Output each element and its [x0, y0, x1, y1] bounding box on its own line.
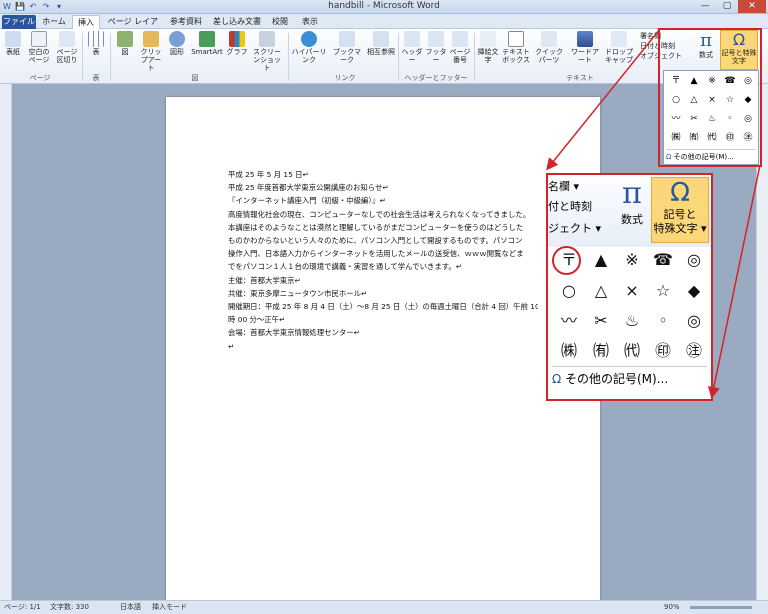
blank-page-icon [31, 31, 47, 47]
wordart-button[interactable]: ワードアート [568, 31, 602, 64]
bookmark-icon [339, 31, 355, 47]
close-button[interactable]: ✕ [738, 0, 766, 13]
doc-line: でをパソコン１人１台の環境で講義・実習を通して学んでいきます。↵ [228, 262, 462, 272]
page-break-button[interactable]: ページ区切り [54, 31, 80, 64]
table-button[interactable]: 表 [86, 31, 106, 56]
quick-parts-button[interactable]: クイック パーツ [532, 31, 566, 64]
screenshot-icon [259, 31, 275, 47]
globe-icon [301, 31, 317, 47]
doc-line: ものかわからないという人々のために、パソコン入門として開設するものです。パソコン [228, 236, 523, 246]
screenshot-button[interactable]: スクリーンショット [250, 31, 284, 72]
blank-page-button[interactable]: 空白のページ [26, 31, 52, 64]
dropcap-icon [611, 31, 627, 47]
tab-view[interactable]: 表示 [298, 15, 322, 29]
quick-parts-icon [541, 31, 557, 47]
zoom-slider[interactable] [690, 606, 752, 609]
tab-page-layout[interactable]: ページ レイアウト [104, 15, 162, 40]
smartart-button[interactable]: SmartArt [190, 31, 224, 56]
chart-icon [229, 31, 245, 47]
window-title: handbill - Microsoft Word [328, 1, 440, 11]
doc-line: 開催期日：平成 25 年 8 月 4 日（土）～8 月 25 日（土）の毎週土曜… [228, 302, 538, 312]
separator [110, 33, 111, 81]
header-icon [404, 31, 420, 47]
footer-icon [428, 31, 444, 47]
wordart-icon [577, 31, 593, 47]
tab-mailings[interactable]: 差し込み文書 [212, 15, 262, 29]
vertical-ruler [0, 84, 12, 600]
bookmark-button[interactable]: ブックマーク [330, 31, 364, 64]
highlight-box-zoom [546, 173, 713, 401]
ribbon: 表紙 空白のページ ページ区切り 表 図 クリップアート 図形 SmartArt… [0, 29, 768, 84]
word-count[interactable]: 文字数: 330 [50, 601, 89, 614]
status-bar: ページ: 1/1 文字数: 330 日本語 挿入モード 90% [0, 600, 768, 614]
doc-line: 本講座はそのようなことは漠然と理解しているがまだコンピューターを使うのはどうした [228, 222, 524, 232]
insert-text-icon [480, 31, 496, 47]
tab-review[interactable]: 校閲 [268, 15, 292, 29]
smartart-icon [199, 31, 215, 47]
maximize-button[interactable]: ▢ [716, 0, 738, 13]
doc-line: 主催：首都大学東京↵ [228, 275, 301, 285]
shapes-button[interactable]: 図形 [166, 31, 188, 56]
separator [82, 33, 83, 81]
clipart-icon [143, 31, 159, 47]
group-label-pages: ページ [29, 74, 51, 82]
page-break-icon [59, 31, 75, 47]
doc-line: 会場：首都大学東京情報処理センター↵ [228, 328, 360, 338]
chart-button[interactable]: グラフ [226, 31, 248, 56]
ribbon-tabs: ファイル ホーム 挿入 ページ レイアウト 参考資料 差し込み文書 校閲 表示 [0, 14, 768, 40]
language-indicator[interactable]: 日本語 [120, 601, 141, 614]
tab-references[interactable]: 参考資料 [166, 15, 206, 29]
doc-line: 時 00 分～正午↵ [228, 315, 286, 325]
tab-home[interactable]: ホーム [40, 15, 68, 29]
doc-line: ↵ [228, 341, 235, 351]
dropcap-button[interactable]: ドロップキャップ [604, 31, 634, 64]
group-label-table: 表 [92, 74, 100, 82]
doc-line: 平成 25 年 5 月 15 日↵ [228, 170, 309, 179]
header-button[interactable]: ヘッダー [400, 31, 424, 64]
tab-file[interactable]: ファイル [2, 15, 36, 29]
group-label-illustrations: 図 [191, 74, 199, 82]
title-bar: W 💾 ↶ ↷ ▾ handbill - Microsoft Word — ▢ … [0, 0, 768, 14]
page-number-button[interactable]: ページ番号 [448, 31, 472, 64]
doc-line: 操作入門、日本語入力からインターネットを活用したメールの送受信、ｗｗｗ閲覧などま [228, 249, 524, 259]
cover-page-button[interactable]: 表紙 [2, 31, 24, 56]
cover-page-icon [5, 31, 21, 47]
shapes-icon [169, 31, 185, 47]
group-label-text: テキスト [566, 74, 594, 82]
zoom-level[interactable]: 90% [664, 601, 680, 614]
minimize-button[interactable]: — [694, 0, 716, 13]
group-label-header-footer: ヘッダーとフッター [404, 74, 468, 82]
cross-reference-button[interactable]: 相互参照 [366, 31, 396, 56]
clipart-button[interactable]: クリップアート [138, 31, 164, 72]
separator [398, 33, 399, 81]
picture-icon [117, 31, 133, 47]
footer-button[interactable]: フッター [424, 31, 448, 64]
insert-text-button[interactable]: 挿絵文字 [476, 31, 500, 64]
doc-line: 『インターネット講座入門（初級・中級編）』↵ [228, 196, 386, 206]
group-label-links: リンク [334, 74, 356, 82]
table-icon [88, 31, 104, 47]
hyperlink-button[interactable]: ハイパーリンク [290, 31, 328, 64]
window-controls: — ▢ ✕ [694, 0, 766, 13]
separator [288, 33, 289, 81]
doc-line: 平成 25 年度首都大学東京公開講座のお知らせ↵ [228, 183, 389, 193]
textbox-icon [508, 31, 524, 47]
textbox-button[interactable]: テキストボックス [502, 31, 530, 64]
document-body[interactable]: 平成 25 年 5 月 15 日↵ 平成 25 年度首都大学東京公開講座のお知ら… [228, 168, 538, 353]
tab-insert[interactable]: 挿入 [72, 15, 100, 29]
insert-mode[interactable]: 挿入モード [152, 601, 187, 614]
doc-line: 高度情報化社会の現在、コンピューターなしでの社会生活は考えられなくなってきました… [228, 209, 531, 219]
page-count[interactable]: ページ: 1/1 [4, 601, 41, 614]
doc-line: 共催：東京多摩ニュータウン市民ホール↵ [228, 288, 368, 298]
highlight-box-ribbon [658, 28, 762, 167]
picture-button[interactable]: 図 [114, 31, 136, 56]
page-number-icon [452, 31, 468, 47]
separator [474, 33, 475, 81]
cross-reference-icon [373, 31, 389, 47]
